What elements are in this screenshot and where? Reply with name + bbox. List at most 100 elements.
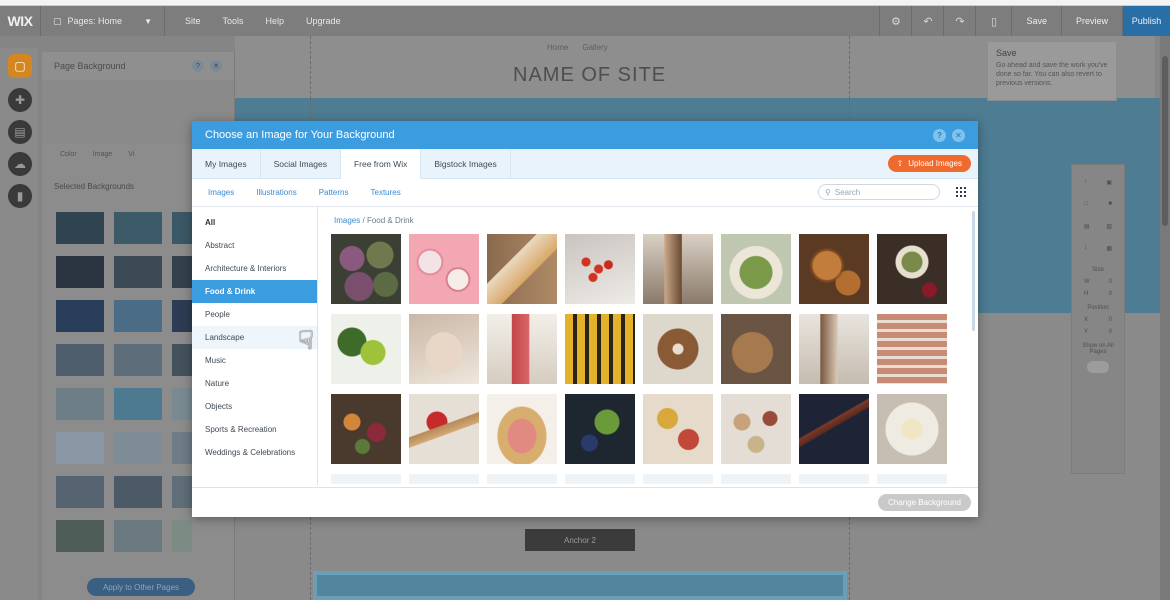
image-dough-hands[interactable] bbox=[409, 314, 479, 384]
search-input[interactable]: ⚲ Search bbox=[818, 184, 940, 200]
subtab-images[interactable]: Images bbox=[208, 188, 234, 197]
distribute-icon[interactable]: ▧ bbox=[1106, 223, 1112, 230]
height-field[interactable]: 0 bbox=[1109, 291, 1112, 297]
bg-thumb[interactable] bbox=[56, 388, 104, 420]
gallery-scrollbar[interactable] bbox=[972, 211, 975, 331]
image-tomatoes-tray[interactable] bbox=[565, 234, 635, 304]
category-objects[interactable]: Objects bbox=[192, 395, 317, 418]
menu-tools[interactable]: Tools bbox=[223, 16, 244, 26]
image-stacked-bowls[interactable] bbox=[877, 314, 947, 384]
image-herbs-board[interactable] bbox=[877, 234, 947, 304]
copy-icon[interactable]: ▣ bbox=[1106, 179, 1112, 186]
site-strip-bottom[interactable] bbox=[313, 571, 847, 600]
image-red-drink[interactable] bbox=[487, 314, 557, 384]
stage-scrollbar[interactable] bbox=[1160, 36, 1170, 600]
menu-help[interactable]: Help bbox=[266, 16, 285, 26]
bg-thumb[interactable] bbox=[56, 432, 104, 464]
image-rolling-pin[interactable] bbox=[409, 394, 479, 464]
scrollbar-thumb[interactable] bbox=[1162, 56, 1168, 226]
anchor-label[interactable]: Anchor 2 bbox=[525, 529, 635, 551]
width-field[interactable]: 0 bbox=[1109, 279, 1112, 285]
bg-thumb[interactable] bbox=[172, 432, 192, 464]
arrange-icon[interactable]: ↑ bbox=[1084, 179, 1087, 185]
image-corn-cobs[interactable] bbox=[565, 314, 635, 384]
bg-thumb[interactable] bbox=[56, 256, 104, 288]
image-salad-bowls[interactable] bbox=[643, 394, 713, 464]
category-nature[interactable]: Nature bbox=[192, 372, 317, 395]
bg-thumb[interactable] bbox=[114, 300, 162, 332]
settings-icon[interactable]: ⚙ bbox=[879, 6, 911, 36]
image-pink-bowls[interactable] bbox=[409, 234, 479, 304]
bg-thumb[interactable] bbox=[56, 520, 104, 552]
image-tapas-table[interactable] bbox=[721, 394, 791, 464]
bg-thumb[interactable] bbox=[56, 300, 104, 332]
site-nav-home[interactable]: Home bbox=[547, 43, 568, 52]
image-pretzels[interactable] bbox=[799, 234, 869, 304]
bg-thumb[interactable] bbox=[114, 212, 162, 244]
category-all[interactable]: All bbox=[192, 211, 317, 234]
bg-thumb[interactable] bbox=[114, 432, 162, 464]
category-weddings[interactable]: Weddings & Celebrations bbox=[192, 441, 317, 464]
image-egg-plate[interactable] bbox=[877, 394, 947, 464]
bg-thumb[interactable] bbox=[172, 256, 192, 288]
app-market-icon[interactable]: ▤ bbox=[8, 120, 32, 144]
bg-thumb[interactable] bbox=[114, 344, 162, 376]
site-title[interactable]: NAME OF SITE bbox=[513, 64, 666, 87]
image-coffee-glass[interactable] bbox=[799, 314, 869, 384]
image-artichokes[interactable] bbox=[331, 234, 401, 304]
image-sandwich[interactable] bbox=[487, 394, 557, 464]
background-tool-icon[interactable]: ▢ bbox=[8, 54, 32, 78]
bg-thumb[interactable] bbox=[114, 388, 162, 420]
bg-thumb[interactable] bbox=[56, 344, 104, 376]
show-on-all-pages-toggle[interactable] bbox=[1087, 361, 1109, 373]
tab-social-images[interactable]: Social Images bbox=[261, 149, 341, 178]
help-icon[interactable]: ? bbox=[192, 60, 204, 72]
image-party-platter[interactable] bbox=[331, 394, 401, 464]
bg-thumb[interactable] bbox=[56, 212, 104, 244]
blog-icon[interactable]: ▮ bbox=[8, 184, 32, 208]
bg-thumb[interactable] bbox=[172, 388, 192, 420]
tab-bigstock-images[interactable]: Bigstock Images bbox=[421, 149, 511, 178]
match-size-icon[interactable]: ▦ bbox=[1106, 245, 1112, 252]
category-abstract[interactable]: Abstract bbox=[192, 234, 317, 257]
redo-icon[interactable]: ↷ bbox=[943, 6, 975, 36]
breadcrumb-root[interactable]: Images bbox=[334, 216, 360, 225]
image-green-plate[interactable] bbox=[721, 234, 791, 304]
bg-thumb[interactable] bbox=[172, 300, 192, 332]
subtab-patterns[interactable]: Patterns bbox=[319, 188, 349, 197]
subtab-textures[interactable]: Textures bbox=[371, 188, 401, 197]
upload-cloud-icon[interactable]: ☁ bbox=[8, 152, 32, 176]
close-icon[interactable]: ✕ bbox=[952, 128, 965, 142]
image-tart-board[interactable] bbox=[487, 234, 557, 304]
site-nav-gallery[interactable]: Gallery bbox=[582, 43, 607, 52]
bg-thumb[interactable] bbox=[172, 476, 192, 508]
pages-dropdown[interactable]: ▢ Pages: Home ▼ bbox=[40, 6, 165, 36]
x-field[interactable]: 0 bbox=[1109, 317, 1112, 323]
subtab-illustrations[interactable]: Illustrations bbox=[256, 188, 296, 197]
apply-to-other-pages-button[interactable]: Apply to Other Pages bbox=[87, 578, 195, 596]
image-iced-coffee[interactable] bbox=[643, 234, 713, 304]
bg-thumb[interactable] bbox=[172, 344, 192, 376]
grid-view-icon[interactable] bbox=[956, 187, 966, 197]
save-button[interactable]: Save bbox=[1011, 6, 1061, 36]
image-cinnamon-dark[interactable] bbox=[799, 394, 869, 464]
bg-thumb[interactable] bbox=[114, 520, 162, 552]
y-field[interactable]: 0 bbox=[1109, 329, 1112, 335]
close-icon[interactable]: ✕ bbox=[210, 60, 222, 72]
category-people[interactable]: People bbox=[192, 303, 317, 326]
category-food-drink[interactable]: Food & Drink bbox=[192, 280, 317, 303]
bg-thumb[interactable] bbox=[56, 476, 104, 508]
tab-free-from-wix[interactable]: Free from Wix bbox=[340, 149, 422, 179]
bg-thumb[interactable] bbox=[172, 520, 192, 552]
bg-tab-video[interactable]: Vi bbox=[128, 151, 134, 158]
bg-tab-color[interactable]: Color bbox=[60, 151, 77, 158]
undo-icon[interactable]: ↶ bbox=[911, 6, 943, 36]
mobile-view-icon[interactable]: ▯ bbox=[975, 6, 1011, 36]
add-icon[interactable]: ✚ bbox=[8, 88, 32, 112]
menu-upgrade[interactable]: Upgrade bbox=[306, 16, 341, 26]
image-herbs-dark[interactable] bbox=[565, 394, 635, 464]
bg-thumb[interactable] bbox=[114, 476, 162, 508]
align-icon[interactable]: ▤ bbox=[1084, 223, 1090, 230]
stretch-icon[interactable]: ↕ bbox=[1084, 245, 1087, 251]
bg-tab-image[interactable]: Image bbox=[93, 151, 112, 158]
